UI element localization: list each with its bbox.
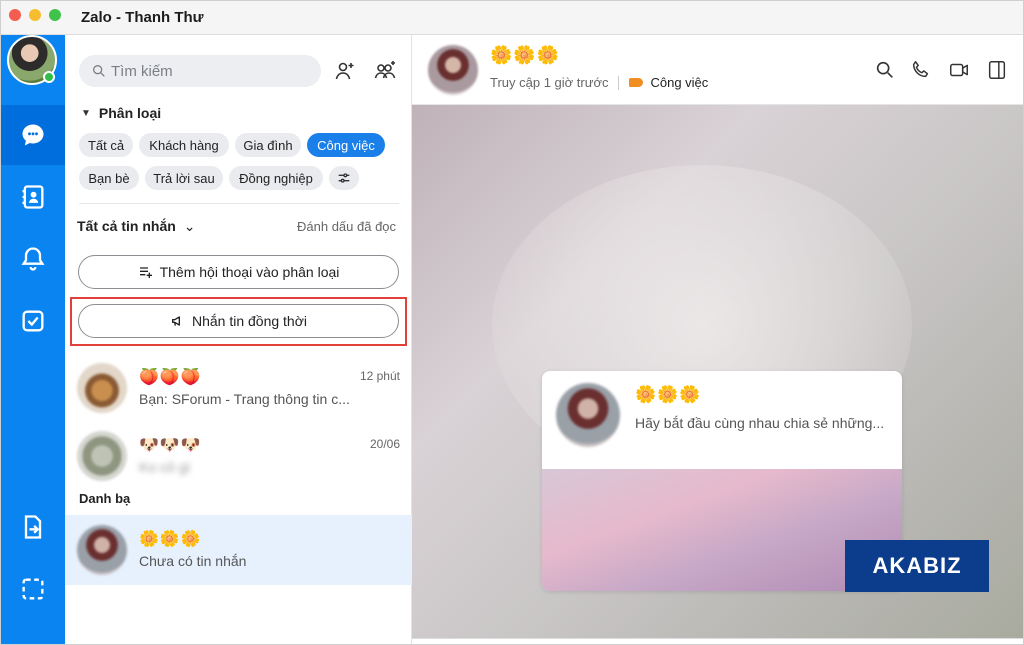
create-group-button[interactable] xyxy=(371,57,399,85)
last-seen-text: Truy cập 1 giờ trước xyxy=(490,75,609,90)
chip-colleagues[interactable]: Đồng nghiệp xyxy=(229,166,323,190)
conversation-preview: Ko cô gì xyxy=(139,459,191,475)
category-tag[interactable]: Công việc xyxy=(650,75,708,90)
chip-family[interactable]: Gia đình xyxy=(235,133,301,157)
list-add-icon xyxy=(139,267,152,278)
add-conversation-label: Thêm hội thoại vào phân loại xyxy=(159,264,340,280)
nav-screenshot[interactable] xyxy=(1,559,65,619)
card-text: Hãy bắt đầu cùng nhau chia sẻ những... xyxy=(635,415,885,431)
chat-header: 🌼🌼🌼 Truy cập 1 giờ trước Công việc xyxy=(412,35,1023,105)
search-input[interactable]: Tìm kiếm xyxy=(79,55,321,87)
add-friend-icon xyxy=(335,62,354,80)
watermark-logo: AKABIZ xyxy=(845,540,989,592)
title-bar: Zalo - Thanh Thư xyxy=(1,1,1023,35)
conversation-preview: Bạn: SForum - Trang thông tin c... xyxy=(139,391,350,407)
conversation-time: 20/06 xyxy=(369,437,400,451)
conversation-name: 🐶🐶🐶 xyxy=(139,437,202,454)
maximize-window-button[interactable] xyxy=(49,9,61,21)
create-group-icon xyxy=(374,61,396,79)
window-title: Zalo - Thanh Thư xyxy=(81,9,204,26)
messages-filter-label: Tất cả tin nhắn xyxy=(77,218,176,234)
video-camera-icon xyxy=(950,63,968,77)
phone-icon xyxy=(912,61,929,78)
chat-name[interactable]: 🌼🌼🌼 xyxy=(490,45,560,66)
sliders-icon xyxy=(338,173,350,183)
divider xyxy=(618,75,620,90)
chevron-down-icon: ⌄ xyxy=(183,218,196,234)
nav-contacts[interactable] xyxy=(1,167,65,227)
file-transfer-icon xyxy=(24,515,42,539)
add-friend-button[interactable] xyxy=(331,57,359,85)
chip-all[interactable]: Tất cả xyxy=(79,133,133,157)
chat-bubble-icon xyxy=(22,124,44,146)
tag-icon xyxy=(629,78,644,87)
nav-todo[interactable] xyxy=(1,291,65,351)
chip-reply-later[interactable]: Trả lời sau xyxy=(145,166,223,190)
collapse-triangle-icon: ▼ xyxy=(81,107,91,119)
conversation-time: 12 phút xyxy=(359,369,400,383)
conversation-name: 🍑🍑🍑 xyxy=(139,369,202,386)
avatar xyxy=(77,431,127,481)
minimize-window-button[interactable] xyxy=(29,9,41,21)
bell-icon xyxy=(21,247,45,271)
conversation-item[interactable]: 🍑🍑🍑 Bạn: SForum - Trang thông tin c... 1… xyxy=(65,353,412,423)
close-window-button[interactable] xyxy=(9,9,21,21)
conversation-item[interactable]: 🐶🐶🐶 Ko cô gì 20/06 xyxy=(65,421,412,491)
contact-preview: Chưa có tin nhắn xyxy=(139,553,247,569)
search-icon xyxy=(876,61,893,78)
avatar xyxy=(77,525,127,575)
chat-status-row: Truy cập 1 giờ trước Công việc xyxy=(490,75,708,90)
app-window: Zalo - Thanh Thư Tìm kiếm ▼ Phân loại Tấ… xyxy=(0,0,1024,645)
chat-input-bar[interactable] xyxy=(412,638,1023,644)
chip-friends[interactable]: Bạn bè xyxy=(79,166,139,190)
category-heading[interactable]: ▼ Phân loại xyxy=(81,105,161,121)
card-name: 🌼🌼🌼 xyxy=(635,385,702,404)
nav-messages[interactable] xyxy=(1,105,65,165)
divider xyxy=(79,203,399,204)
nav-notifications[interactable] xyxy=(1,229,65,289)
toggle-info-panel-button[interactable] xyxy=(984,57,1010,83)
contact-name: 🌼🌼🌼 xyxy=(139,531,202,548)
search-placeholder: Tìm kiếm xyxy=(111,62,173,80)
category-heading-label: Phân loại xyxy=(98,105,162,121)
avatar xyxy=(77,363,127,413)
search-icon xyxy=(93,65,105,77)
add-conversation-to-category-button[interactable]: Thêm hội thoại vào phân loại xyxy=(78,255,399,289)
search-in-chat-button[interactable] xyxy=(872,57,898,83)
video-call-button[interactable] xyxy=(946,57,972,83)
highlight-box xyxy=(70,297,407,346)
chip-customers[interactable]: Khách hàng xyxy=(139,133,229,157)
contact-item[interactable]: 🌼🌼🌼 Chưa có tin nhắn xyxy=(65,515,412,585)
contacts-section-title: Danh bạ xyxy=(79,491,131,506)
checkbox-icon xyxy=(22,310,44,332)
chat-avatar[interactable] xyxy=(428,45,478,95)
voice-call-button[interactable] xyxy=(908,57,934,83)
card-avatar xyxy=(556,383,620,447)
online-status-dot xyxy=(43,71,55,83)
side-panel-icon xyxy=(988,61,1006,79)
messages-filter-dropdown[interactable]: Tất cả tin nhắn ⌄ xyxy=(77,218,195,235)
nav-file-transfer[interactable] xyxy=(1,497,65,557)
nav-rail xyxy=(1,35,65,644)
chip-work[interactable]: Công việc xyxy=(307,133,385,157)
screenshot-icon xyxy=(22,578,44,600)
contacts-icon xyxy=(22,185,44,209)
category-settings-button[interactable] xyxy=(329,166,359,190)
mark-all-read-link[interactable]: Đánh dấu đã đọc xyxy=(297,219,396,234)
conversation-panel: Tìm kiếm ▼ Phân loại Tất cả Khách hàng G… xyxy=(65,35,412,644)
